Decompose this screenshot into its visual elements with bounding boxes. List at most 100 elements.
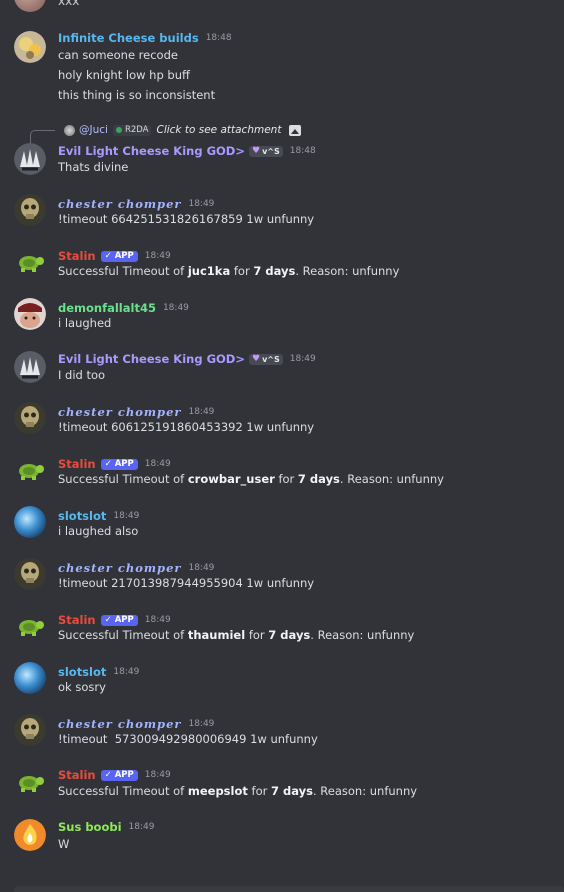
timestamp: 18:49 <box>144 251 171 261</box>
message-header: demonfallalt45 18:49 <box>58 300 189 316</box>
check-icon: ✓ <box>104 615 112 625</box>
avatar[interactable] <box>14 0 46 12</box>
message-header: Evil Light Cheese King GOD> ♥ v^S 18:48 <box>58 143 316 159</box>
timed-out-user: meepslot <box>187 784 248 798</box>
author-name[interactable]: Sus boobi <box>58 820 122 834</box>
result-for: for <box>248 628 265 642</box>
role-tag: R2DA <box>112 124 152 136</box>
author-name[interactable]: Stalin <box>58 249 96 263</box>
author-name[interactable]: slotslot <box>58 665 106 679</box>
timestamp: 18:49 <box>128 822 155 832</box>
message-header: Evil Light Cheese King GOD> ♥ v^S 18:49 <box>58 351 316 367</box>
app-badge: ✓ APP <box>100 614 138 626</box>
check-icon: ✓ <box>104 251 112 261</box>
result-for: for <box>233 264 250 278</box>
reply-preview[interactable]: @Juci R2DA Click to see attachment <box>28 122 302 138</box>
author-name[interactable]: Stalin <box>58 768 96 782</box>
author-name[interactable]: slotslot <box>58 509 106 523</box>
result-prefix: Successful Timeout of <box>58 784 185 798</box>
author-name[interactable]: Evil Light Cheese King GOD> <box>58 352 245 366</box>
message-header: Stalin ✓ APP 18:49 <box>58 248 171 264</box>
check-icon: ✓ <box>104 770 112 780</box>
turtle-avatar[interactable] <box>14 766 46 798</box>
message-text: i laughed <box>58 316 112 330</box>
app-badge-label: APP <box>114 770 134 780</box>
message-header: Sus boobi 18:49 <box>58 819 154 835</box>
cheese-avatar[interactable] <box>14 31 46 63</box>
message-text: !timeout 664251531826167859 1w unfunny <box>58 212 315 226</box>
app-badge-label: APP <box>114 615 134 625</box>
role-badge-label: v^S <box>262 146 280 156</box>
orb-avatar[interactable] <box>14 506 46 538</box>
timeout-result: Successful Timeout of juc1ka for 7 days.… <box>58 264 399 278</box>
result-reason: . Reason: unfunny <box>310 628 415 642</box>
author-name[interactable]: chester chomper <box>58 405 181 419</box>
app-badge: ✓ APP <box>100 250 138 262</box>
author-name[interactable]: Infinite Cheese builds <box>58 31 199 45</box>
message-header: Stalin ✓ APP 18:49 <box>58 612 171 628</box>
role-badge: ♥ v^S <box>248 353 283 365</box>
timestamp: 18:49 <box>188 199 215 209</box>
result-prefix: Successful Timeout of <box>58 264 185 278</box>
skull-avatar[interactable] <box>14 558 46 590</box>
message-header: Stalin ✓ APP 18:49 <box>58 456 171 472</box>
timeout-duration: 7 days <box>268 628 311 642</box>
message-text: xxx <box>58 0 80 8</box>
message-text: holy knight low hp buff <box>58 68 190 82</box>
turtle-avatar[interactable] <box>14 610 46 642</box>
message-header: chester chomper 18:49 <box>58 196 214 212</box>
author-name[interactable]: chester chomper <box>58 197 181 211</box>
turtle-avatar[interactable] <box>14 454 46 486</box>
turtle-avatar[interactable] <box>14 246 46 278</box>
role-dot-icon <box>115 127 122 133</box>
result-for: for <box>278 472 295 486</box>
timestamp: 18:49 <box>162 303 189 313</box>
timestamp: 18:49 <box>113 511 140 521</box>
timestamp: 18:49 <box>188 563 215 573</box>
king-avatar[interactable] <box>14 351 46 383</box>
timestamp: 18:48 <box>205 33 232 43</box>
skull-avatar[interactable] <box>14 194 46 226</box>
result-prefix: Successful Timeout of <box>58 472 185 486</box>
result-reason: . Reason: unfunny <box>295 264 400 278</box>
check-icon: ✓ <box>104 459 112 469</box>
timeout-result: Successful Timeout of thaumiel for 7 day… <box>58 628 414 642</box>
timed-out-user: thaumiel <box>187 628 246 642</box>
message-header: chester chomper 18:49 <box>58 560 214 576</box>
role-badge-label: v^S <box>262 354 280 364</box>
flame-avatar[interactable] <box>14 819 46 851</box>
author-name[interactable]: demonfallalt45 <box>58 301 156 315</box>
attachment-link[interactable]: Click to see attachment <box>156 124 281 136</box>
timestamp: 18:48 <box>289 146 316 156</box>
message-text: ok sosry <box>58 680 106 694</box>
timeout-duration: 7 days <box>297 472 340 486</box>
author-name[interactable]: Evil Light Cheese King GOD> <box>58 144 245 158</box>
timestamp: 18:49 <box>188 407 215 417</box>
result-reason: . Reason: unfunny <box>312 784 418 798</box>
reply-avatar <box>64 124 75 136</box>
timed-out-user: crowbar_user <box>187 472 275 486</box>
heart-icon: ♥ <box>251 146 261 156</box>
message-text: !timeout 217013987944955904 1w unfunny <box>58 576 315 590</box>
orb-avatar[interactable] <box>14 662 46 694</box>
king-avatar[interactable] <box>14 143 46 175</box>
message-text: I did too <box>58 368 106 382</box>
heart-icon: ♥ <box>251 354 261 364</box>
message-composer-edge[interactable] <box>14 886 564 892</box>
role-badge: ♥ v^S <box>248 145 283 157</box>
timestamp: 18:49 <box>144 770 171 780</box>
reply-mention[interactable]: @Juci <box>79 124 108 136</box>
author-name[interactable]: chester chomper <box>58 717 181 731</box>
demon-avatar[interactable] <box>14 298 46 330</box>
skull-avatar[interactable] <box>14 714 46 746</box>
skull-avatar[interactable] <box>14 402 46 434</box>
author-name[interactable]: chester chomper <box>58 561 181 575</box>
app-badge: ✓ APP <box>100 769 138 781</box>
result-prefix: Successful Timeout of <box>58 628 185 642</box>
author-name[interactable]: Stalin <box>58 613 96 627</box>
message-text: Thats divine <box>58 160 129 174</box>
message-header: slotslot 18:49 <box>58 508 139 524</box>
author-name[interactable]: Stalin <box>58 457 96 471</box>
timeout-result: Successful Timeout of crowbar_user for 7… <box>58 472 444 486</box>
image-icon <box>289 124 302 136</box>
